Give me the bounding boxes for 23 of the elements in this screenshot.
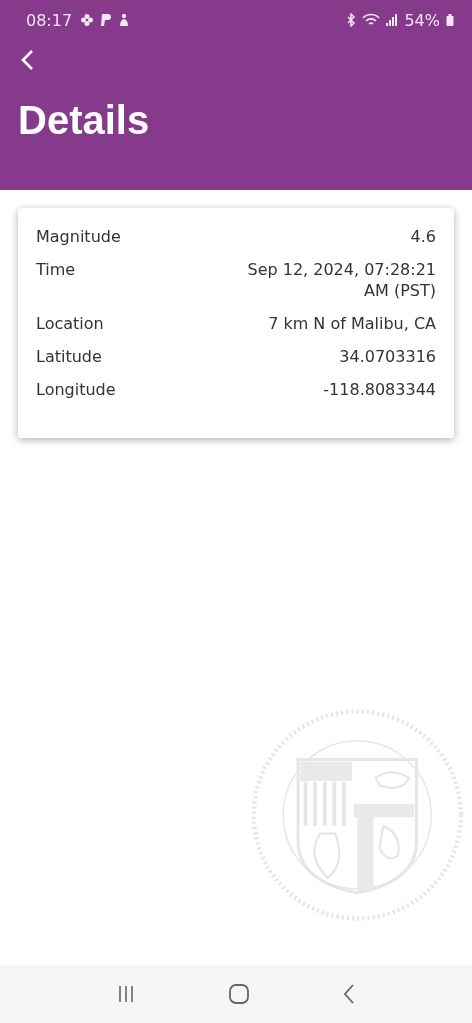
detail-value: -118.8083344: [323, 379, 436, 400]
detail-label: Location: [36, 313, 104, 334]
detail-value: 7 km N of Malibu, CA: [268, 313, 436, 334]
detail-value: Sep 12, 2024, 07:28:21 AM (PST): [246, 259, 436, 301]
flower-icon: [80, 13, 95, 27]
detail-value: 4.6: [410, 226, 436, 247]
bluetooth-icon: [346, 13, 357, 27]
status-time: 08:17: [26, 10, 73, 30]
wifi-icon: [362, 13, 381, 27]
recent-apps-icon[interactable]: [116, 984, 136, 1004]
detail-label: Time: [36, 259, 76, 280]
page-title: Details: [18, 97, 151, 144]
detail-label: Longitude: [36, 379, 116, 400]
back-icon[interactable]: [342, 983, 356, 1005]
signal-icon: [386, 13, 399, 27]
home-icon[interactable]: [228, 983, 250, 1005]
battery-icon: [446, 13, 454, 27]
p-logo-icon: [100, 13, 113, 27]
figure-icon: [118, 13, 131, 27]
detail-value: 34.0703316: [339, 346, 436, 367]
detail-label: Latitude: [36, 346, 102, 367]
battery-percent: 54%: [404, 10, 440, 30]
detail-label: Magnitude: [36, 226, 121, 247]
